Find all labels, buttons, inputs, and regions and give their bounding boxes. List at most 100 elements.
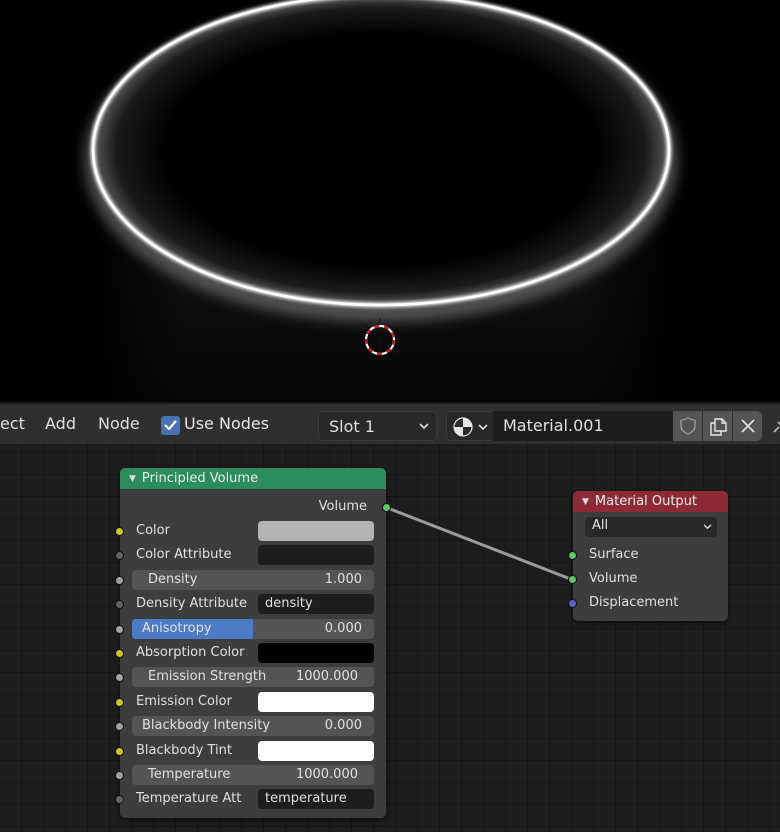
attribute-name-value: density (265, 596, 313, 612)
menu-node[interactable]: Node (98, 414, 140, 433)
input-socket[interactable] (115, 746, 124, 756)
volume-render (84, 0, 678, 402)
number-slider[interactable]: Blackbody Intensity 0.000 (132, 716, 374, 737)
slider-value: 0.000 (324, 620, 362, 636)
input-socket-displacement[interactable] (568, 599, 577, 608)
chevron-down-icon (478, 424, 488, 431)
chevron-down-icon (419, 423, 429, 430)
input-socket-surface[interactable] (568, 551, 577, 560)
input-socket[interactable] (115, 673, 124, 683)
material-sphere-icon (453, 417, 473, 437)
target-value: All (592, 518, 609, 533)
number-slider[interactable]: Temperature 1000.000 (132, 765, 374, 785)
slider-value: 1000.000 (295, 669, 358, 685)
input-label: Color (136, 523, 170, 538)
slider-label: Emission Strength (148, 669, 267, 685)
menu-add[interactable]: Add (45, 414, 76, 433)
input-row-density: Density 1.000 (115, 569, 386, 591)
fake-user-button[interactable] (673, 411, 702, 441)
input-socket[interactable] (115, 649, 124, 658)
input-row-displacement: Displacement (568, 592, 728, 614)
shield-icon (680, 417, 696, 435)
input-socket[interactable] (115, 551, 124, 561)
close-icon (741, 419, 755, 433)
duplicate-material-button[interactable] (703, 411, 732, 441)
slider-label: Blackbody Intensity (142, 718, 271, 734)
input-row-anisotropy: Anisotropy 0.000 (115, 618, 386, 640)
slider-label: Anisotropy (142, 620, 212, 636)
input-label: Emission Color (136, 693, 232, 709)
input-row-emission-strength: Emission Strength 1000.000 (115, 666, 386, 688)
input-row-density-attribute: Density Attribute density (115, 593, 386, 615)
input-socket[interactable] (115, 795, 124, 805)
number-slider[interactable]: Density 1.000 (132, 569, 374, 590)
material-name-value: Material.001 (503, 416, 604, 435)
input-row-surface: Surface (568, 544, 728, 566)
use-nodes-label[interactable]: Use Nodes (184, 414, 269, 433)
input-label: Volume (589, 571, 638, 586)
pin-icon[interactable] (770, 416, 780, 436)
slider-label: Temperature (148, 767, 231, 782)
color-swatch[interactable] (258, 740, 374, 761)
input-label: Absorption Color (136, 645, 245, 660)
collapse-triangle-icon[interactable]: ▼ (582, 497, 589, 507)
slider-value: 1.000 (324, 571, 362, 587)
input-row-volume: Volume (568, 568, 728, 590)
color-swatch[interactable] (258, 521, 374, 541)
input-socket[interactable] (115, 527, 124, 536)
input-socket[interactable] (115, 624, 124, 634)
factor-slider[interactable]: Anisotropy 0.000 (132, 618, 374, 639)
use-nodes-checkbox[interactable] (161, 416, 180, 435)
node-title: Principled Volume (141, 471, 259, 486)
input-label: Density Attribute (136, 596, 247, 612)
input-row-color-attribute: Color Attribute (115, 544, 386, 566)
input-label: Blackbody Tint (136, 742, 232, 758)
target-dropdown[interactable]: All (585, 517, 717, 537)
input-label: Temperature Att (136, 791, 242, 807)
number-slider[interactable]: Emission Strength 1000.000 (132, 667, 374, 688)
input-socket[interactable] (115, 600, 124, 610)
attribute-name-field[interactable] (258, 545, 374, 566)
attribute-name-field[interactable]: temperature (258, 789, 374, 810)
collapse-triangle-icon[interactable]: ▼ (129, 474, 136, 484)
unlink-material-button[interactable] (733, 411, 762, 441)
slider-label: Density (148, 571, 198, 587)
node-editor-canvas[interactable]: ▼ Principled Volume Volume Color Color Att… (0, 444, 780, 832)
node-link[interactable] (384, 505, 574, 582)
slot-dropdown[interactable]: Slot 1 (318, 411, 437, 441)
color-swatch[interactable] (258, 691, 374, 712)
node-header[interactable]: ▼ Material Output (573, 491, 728, 512)
input-row-temperature: Temperature 1000.000 (115, 764, 386, 786)
input-row-blackbody-tint: Blackbody Tint (115, 740, 386, 762)
input-socket[interactable] (115, 771, 124, 780)
input-socket-volume[interactable] (568, 575, 577, 584)
input-row-emission-color: Emission Color (115, 691, 386, 713)
input-row-color: Color (115, 520, 386, 542)
browse-material-button[interactable] (446, 411, 494, 441)
output-socket-volume[interactable] (382, 503, 391, 512)
material-name-field[interactable]: Material.001 (493, 411, 673, 441)
output-label: Volume (318, 499, 367, 514)
chevron-down-icon (703, 524, 712, 530)
material-output-node[interactable]: ▼ Material Output All Surface Volume Displa… (568, 491, 728, 621)
input-socket[interactable] (115, 575, 124, 585)
input-label: Color Attribute (136, 547, 232, 563)
input-label: Surface (589, 547, 639, 562)
checkmark-icon (164, 420, 177, 431)
3d-viewport[interactable] (0, 0, 780, 402)
input-socket[interactable] (115, 697, 124, 707)
color-swatch[interactable] (258, 643, 374, 663)
input-row-absorption-color: Absorption Color (115, 642, 386, 664)
node-header[interactable]: ▼ Principled Volume (120, 468, 386, 489)
attribute-name-field[interactable]: density (258, 594, 374, 615)
input-socket[interactable] (115, 722, 124, 732)
node-title: Material Output (594, 494, 698, 509)
slider-value: 0.000 (324, 718, 362, 734)
duplicate-icon (710, 418, 727, 436)
attribute-name-value: temperature (265, 791, 347, 807)
output-volume-row: Volume (120, 496, 391, 518)
menu-select[interactable]: ect (0, 414, 25, 433)
input-label: Displacement (589, 595, 679, 610)
principled-volume-node[interactable]: ▼ Principled Volume Volume Color Color Att… (115, 468, 391, 818)
node-editor-header: ect Add Node Use Nodes Slot 1 Material.0… (0, 402, 780, 444)
